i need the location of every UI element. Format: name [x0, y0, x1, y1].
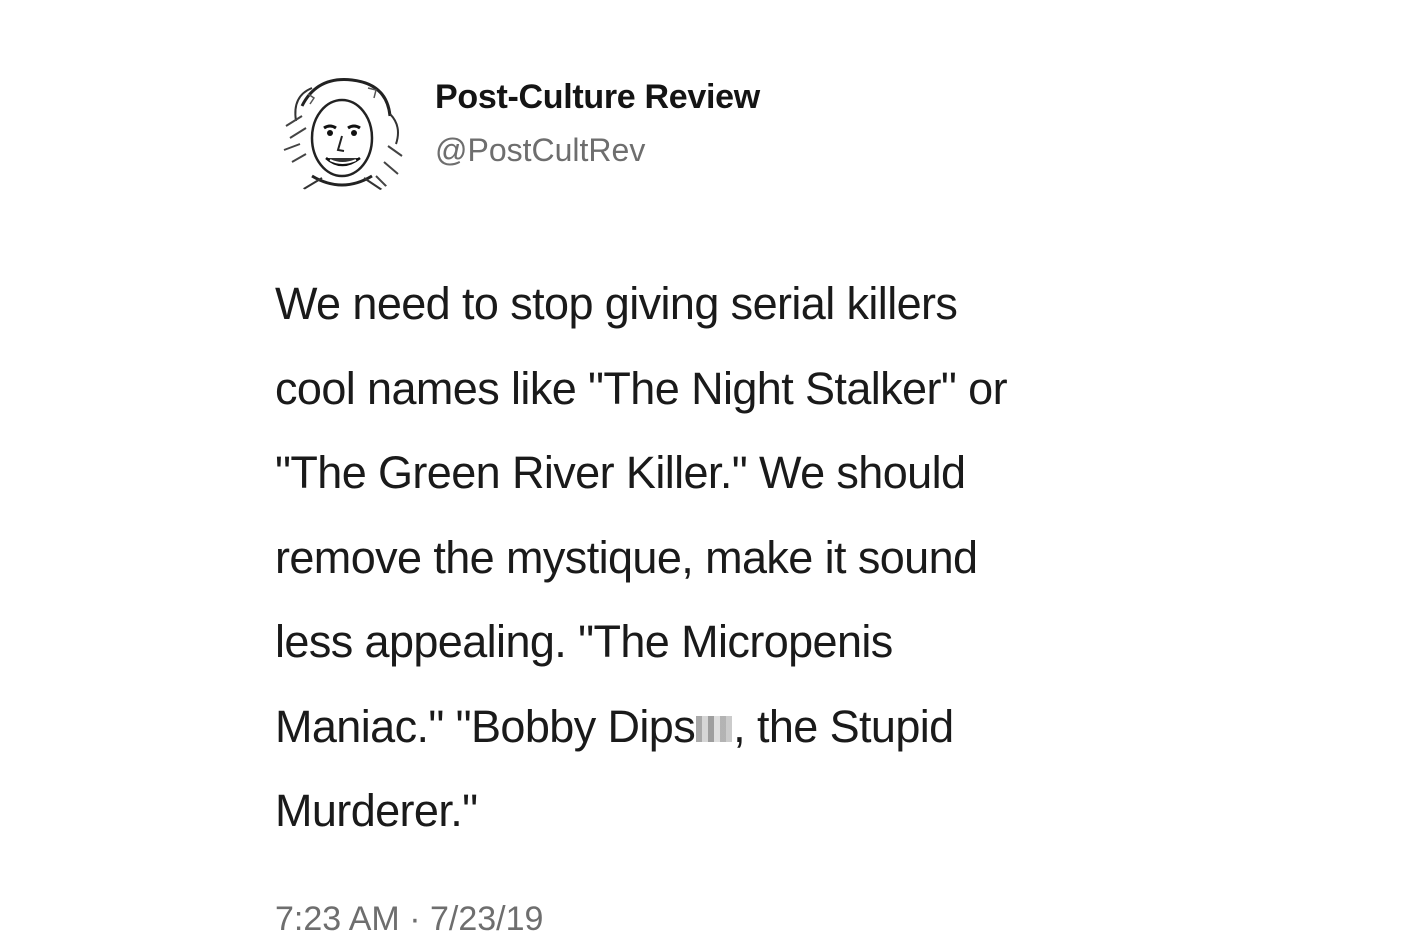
tweet-text-line: less appealing. "The Micropenis [275, 616, 893, 667]
display-name[interactable]: Post-Culture Review [435, 78, 760, 117]
tweet-text-segment: Maniac." "Bobby Dips [275, 700, 696, 752]
avatar[interactable] [272, 66, 414, 200]
handle[interactable]: @PostCultRev [435, 132, 645, 169]
tweet-text-line: "The Green River Killer." We should [275, 447, 966, 498]
tweet-text-line: Murderer." [275, 785, 478, 836]
tweet-timestamp[interactable]: 7:23 AM · 7/23/19 [275, 900, 543, 939]
tweet-card: Post-Culture Review @PostCultRev We need… [0, 0, 1416, 944]
tweet-text-line: Maniac." "Bobby Dips , the Stupid [275, 685, 1235, 770]
censor-blur [696, 715, 733, 742]
tweet-text-line: cool names like "The Night Stalker" or [275, 362, 1008, 414]
avatar-sketch-portrait-icon [272, 66, 414, 200]
tweet-text: We need to stop giving serial killers co… [275, 262, 1235, 854]
tweet-text-line: We need to stop giving serial killers [275, 278, 958, 329]
tweet-text-line: remove the mystique, make it sound [275, 531, 978, 583]
tweet-text-segment: , the Stupid [733, 700, 954, 752]
